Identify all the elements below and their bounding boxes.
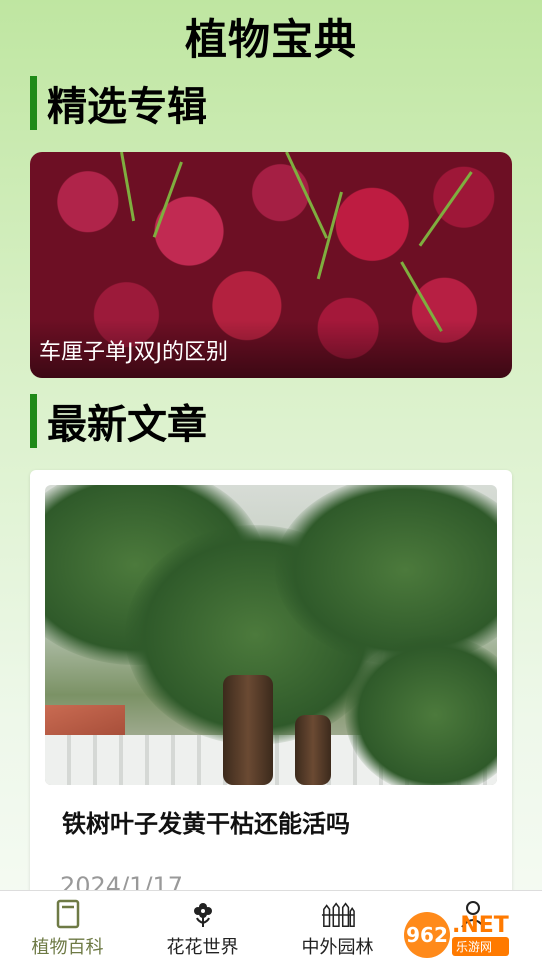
- tab-label: 植物百科: [31, 937, 104, 958]
- tab-flower-world[interactable]: 花花世界: [135, 891, 270, 966]
- watermark-sub: 乐游网: [452, 936, 509, 956]
- article-image: [45, 485, 497, 785]
- watermark-net: .NET: [452, 912, 509, 938]
- album-caption: 车厘子单J双J的区别: [39, 340, 228, 365]
- article-title: 铁树叶子发黄干枯还能活吗: [62, 810, 350, 838]
- section-title-latest: 最新文章: [47, 402, 207, 448]
- tab-label: 中外园林: [301, 937, 374, 958]
- section-header-latest: 最新文章: [30, 394, 207, 448]
- section-accent-bar: [30, 394, 37, 448]
- flower-icon: [193, 903, 212, 927]
- watermark-logo: 962 .NET 乐游网: [404, 910, 538, 960]
- section-header-featured: 精选专辑: [30, 76, 207, 130]
- page-title: 植物宝典: [184, 15, 357, 64]
- section-accent-bar: [30, 76, 37, 130]
- book-icon: [56, 899, 79, 929]
- section-title-featured: 精选专辑: [47, 84, 207, 130]
- watermark-number: 962: [404, 912, 450, 958]
- fence-icon: [321, 902, 355, 928]
- tab-gardens[interactable]: 中外园林: [270, 891, 405, 966]
- featured-album-card[interactable]: 车厘子单J双J的区别: [30, 152, 512, 378]
- album-caption-overlay: 车厘子单J双J的区别: [30, 320, 512, 378]
- tab-label: 花花世界: [166, 937, 239, 958]
- tab-plant-encyclopedia[interactable]: 植物百科: [0, 891, 135, 966]
- article-card[interactable]: 铁树叶子发黄干枯还能活吗 2024/1/17: [30, 470, 512, 910]
